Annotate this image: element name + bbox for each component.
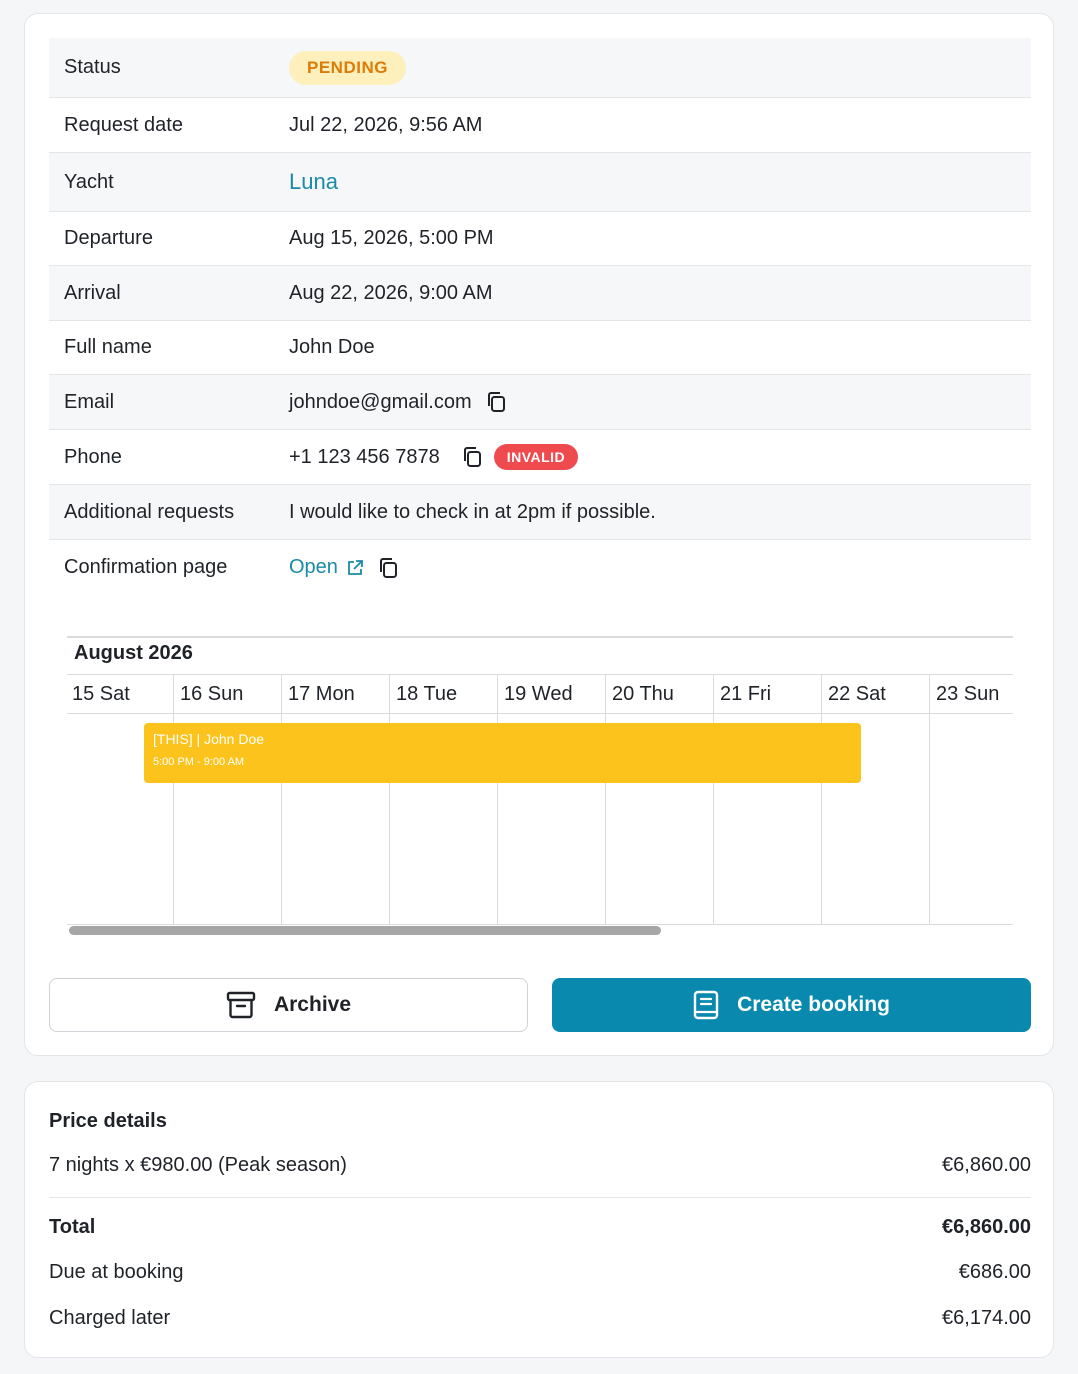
details-table: Status PENDING Request date Jul 22, 2026… xyxy=(49,38,1031,595)
line-item-label: 7 nights x €980.00 (Peak season) xyxy=(49,1154,347,1176)
additional-requests-label: Additional requests xyxy=(64,500,235,523)
later-amount: €6,174.00 xyxy=(942,1307,1031,1329)
price-later: Charged later €6,174.00 xyxy=(49,1307,1031,1330)
row-full-name: Full name John Doe xyxy=(49,321,1031,375)
day-header: 19 Wed xyxy=(504,683,573,705)
later-label: Charged later xyxy=(49,1307,171,1329)
departure-value: Aug 15, 2026, 5:00 PM xyxy=(289,227,494,249)
calendar-bottom-border xyxy=(67,924,1013,925)
calendar-top-border xyxy=(67,636,1013,638)
calendar-month: August 2026 xyxy=(74,642,193,664)
row-confirmation-page: Confirmation page Open xyxy=(49,540,1031,595)
email-value: johndoe@gmail.com xyxy=(289,390,472,413)
due-label: Due at booking xyxy=(49,1261,184,1283)
copy-icon[interactable] xyxy=(378,557,398,579)
day-divider xyxy=(713,674,714,924)
line-item-amount: €6,860.00 xyxy=(942,1154,1031,1176)
event-time: 5:00 PM - 9:00 AM xyxy=(153,756,245,768)
full-name-value: John Doe xyxy=(289,336,375,358)
day-header: 23 Sun xyxy=(936,683,1000,705)
create-booking-button[interactable]: Create booking xyxy=(552,978,1031,1032)
request-details-card: Status PENDING Request date Jul 22, 2026… xyxy=(24,13,1054,1056)
external-link-icon[interactable] xyxy=(346,559,364,577)
event-title: [THIS] | John Doe xyxy=(153,731,265,747)
price-details-card: Price details 7 nights x €980.00 (Peak s… xyxy=(24,1081,1054,1358)
day-header: 18 Tue xyxy=(396,683,458,705)
phone-invalid-badge: INVALID xyxy=(493,444,579,470)
day-divider xyxy=(929,674,930,924)
price-divider xyxy=(49,1197,1031,1198)
day-divider xyxy=(497,674,498,924)
price-due: Due at booking €686.00 xyxy=(49,1261,1031,1284)
day-divider xyxy=(281,674,282,924)
day-header: 21 Fri xyxy=(720,683,772,705)
phone-label: Phone xyxy=(64,445,122,468)
status-badge: PENDING xyxy=(289,50,406,85)
archive-button[interactable]: Archive xyxy=(49,978,528,1032)
row-email: Email johndoe@gmail.com xyxy=(49,375,1031,430)
calendar-day-header: 15 Sat 16 Sun 17 Mon 18 Tue 19 Wed 20 Th… xyxy=(67,674,1013,714)
due-amount: €686.00 xyxy=(958,1261,1031,1283)
day-header: 16 Sun xyxy=(180,683,244,705)
confirmation-page-label: Confirmation page xyxy=(64,556,228,578)
arrival-value: Aug 22, 2026, 9:00 AM xyxy=(289,281,493,304)
create-booking-label: Create booking xyxy=(737,993,890,1016)
row-departure: Departure Aug 15, 2026, 5:00 PM xyxy=(49,212,1031,266)
day-header: 15 Sat xyxy=(72,683,130,705)
row-request-date: Request date Jul 22, 2026, 9:56 AM xyxy=(49,98,1031,153)
email-label: Email xyxy=(64,390,115,413)
price-details-title: Price details xyxy=(49,1110,167,1132)
full-name-label: Full name xyxy=(64,336,152,358)
row-additional-requests: Additional requests I would like to chec… xyxy=(49,485,1031,540)
row-arrival: Arrival Aug 22, 2026, 9:00 AM xyxy=(49,266,1031,321)
confirmation-open-link[interactable]: Open xyxy=(289,556,338,579)
request-date-label: Request date xyxy=(64,113,183,136)
request-date-value: Jul 22, 2026, 9:56 AM xyxy=(289,113,483,136)
additional-requests-value: I would like to check in at 2pm if possi… xyxy=(289,500,656,523)
departure-label: Departure xyxy=(64,227,153,249)
row-yacht: Yacht Luna xyxy=(49,153,1031,212)
row-status: Status PENDING xyxy=(49,38,1031,98)
day-divider xyxy=(605,674,606,924)
calendar-scrollbar[interactable] xyxy=(69,926,661,935)
day-divider xyxy=(389,674,390,924)
arrival-label: Arrival xyxy=(64,281,121,304)
status-label: Status xyxy=(64,56,121,78)
yacht-label: Yacht xyxy=(64,170,114,193)
total-label: Total xyxy=(49,1216,96,1238)
availability-calendar: August 2026 15 Sat 16 Sun 17 Mon 18 Tue … xyxy=(67,636,1013,938)
day-header: 20 Thu xyxy=(612,683,674,705)
row-phone: Phone +1 123 456 7878 INVALID xyxy=(49,430,1031,485)
day-header: 17 Mon xyxy=(288,683,355,705)
price-total: Total €6,860.00 xyxy=(49,1216,1031,1239)
book-icon xyxy=(693,990,719,1020)
price-line-item: 7 nights x €980.00 (Peak season) €6,860.… xyxy=(49,1154,1031,1177)
day-header: 22 Sat xyxy=(828,683,886,705)
day-divider xyxy=(173,674,174,924)
yacht-link[interactable]: Luna xyxy=(289,169,338,195)
archive-icon xyxy=(226,991,256,1019)
calendar-event[interactable]: [THIS] | John Doe 5:00 PM - 9:00 AM xyxy=(144,723,861,783)
archive-label: Archive xyxy=(273,993,352,1016)
copy-icon[interactable] xyxy=(486,391,506,413)
phone-value: +1 123 456 7878 xyxy=(289,445,440,468)
total-amount: €6,860.00 xyxy=(942,1216,1031,1238)
day-divider xyxy=(821,674,822,924)
copy-icon[interactable] xyxy=(462,446,482,468)
